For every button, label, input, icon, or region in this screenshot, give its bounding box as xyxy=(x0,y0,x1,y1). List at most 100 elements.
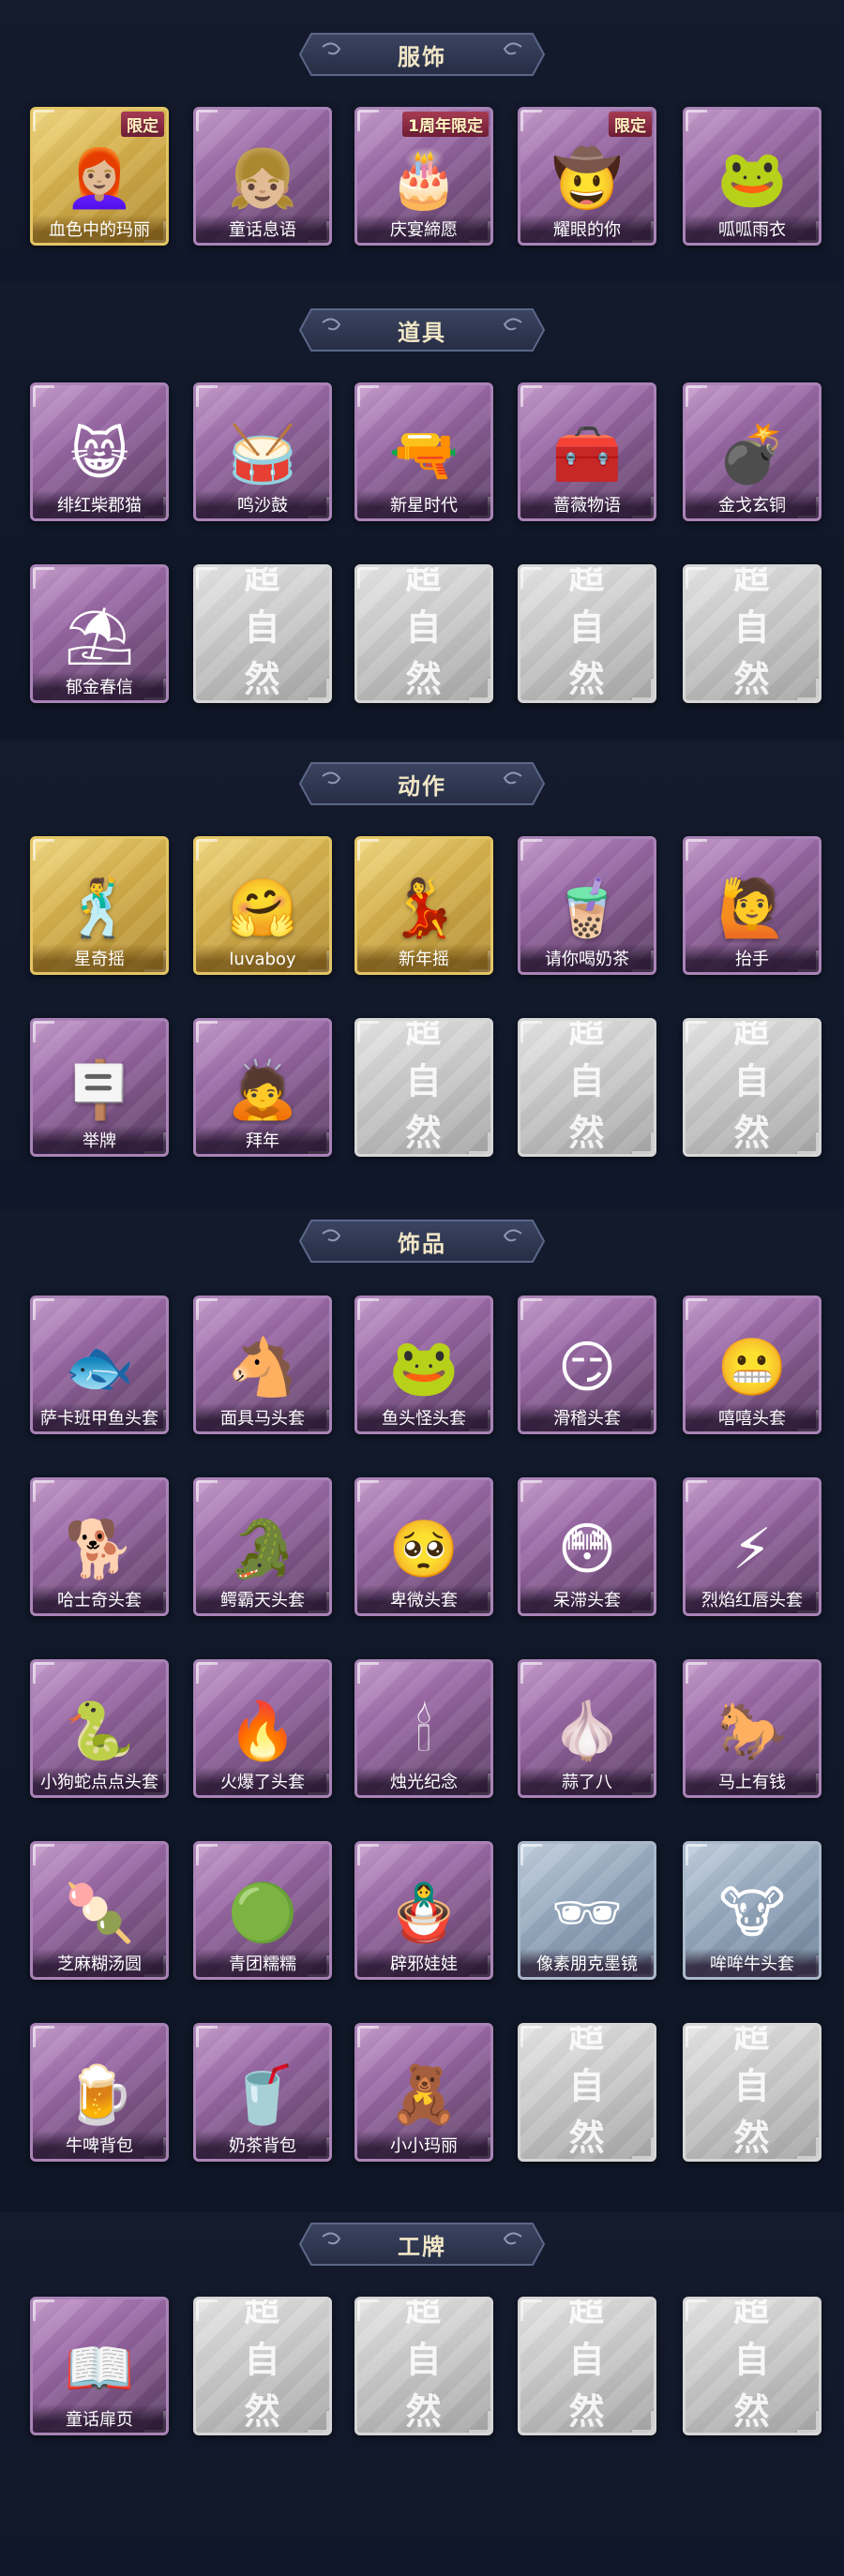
item-card[interactable]: ⛱ 郁金春信 xyxy=(30,564,169,703)
locked-item-slot[interactable]: 超自然 行动组 xyxy=(193,2297,332,2435)
candle-icon: 🕯 xyxy=(415,1698,432,1764)
locked-item-slot[interactable]: 超自然 行动组 xyxy=(193,564,332,703)
locked-item-slot[interactable]: 超自然 行动组 xyxy=(683,2023,821,2162)
crocodile-head-icon: 🐊 xyxy=(227,1516,298,1582)
locked-item-slot[interactable]: 超自然 行动组 xyxy=(683,564,821,703)
item-label: 呱呱雨衣 xyxy=(686,215,819,243)
item-card[interactable]: 🐎 马上有钱 xyxy=(683,1659,821,1798)
item-card[interactable]: 🤠 耀眼的你 限定 xyxy=(518,107,656,246)
locked-item-slot[interactable]: 超自然 行动组 xyxy=(354,1018,493,1157)
watermark-subtitle: 行动组 xyxy=(554,2159,621,2160)
item-card[interactable]: 🥁 鸣沙鼓 xyxy=(193,382,332,521)
card-corner xyxy=(33,2299,54,2321)
item-card[interactable]: 😬 嘻嘻头套 xyxy=(683,1295,821,1434)
item-card[interactable]: 🐮 哞哞牛头套 xyxy=(683,1841,821,1980)
smirk-face-icon: 😏 xyxy=(557,1334,617,1400)
locked-item-slot[interactable]: 超自然 行动组 xyxy=(683,1018,821,1157)
card-corner xyxy=(686,839,707,861)
item-label: 金戈玄铜 xyxy=(686,490,819,518)
item-label: 青团糯糯 xyxy=(196,1949,329,1977)
item-card[interactable]: 📖 童话扉页 xyxy=(30,2297,169,2435)
item-label: 小狗蛇点点头套 xyxy=(33,1767,166,1795)
watermark-logo: 超自然 xyxy=(733,2023,771,2159)
doll-icon: 🪆 xyxy=(388,1880,460,1946)
cheshire-cat-icon: 😸 xyxy=(69,421,129,487)
item-card[interactable]: 🥺 卑微头套 xyxy=(354,1477,493,1616)
item-card[interactable]: ⚡ 烈焰红唇头套 xyxy=(683,1477,821,1616)
item-card[interactable]: 😳 呆滞头套 xyxy=(518,1477,656,1616)
item-label: 滑稽头套 xyxy=(520,1403,654,1431)
pixel-sunglasses-icon: 🕶 xyxy=(550,1880,624,1946)
item-label: 拜年 xyxy=(196,1126,329,1154)
item-card[interactable]: 🐕 哈士奇头套 xyxy=(30,1477,169,1616)
card-corner xyxy=(196,1298,218,1320)
item-card[interactable]: 🪆 辟邪娃娃 xyxy=(354,1841,493,1980)
card-corner xyxy=(520,110,542,131)
watermark-logo: 超自然 xyxy=(405,2297,443,2433)
item-card[interactable]: 🐸 呱呱雨衣 xyxy=(683,107,821,246)
item-label: 庆宴締愿 xyxy=(357,215,490,243)
item-grid-props: 😸 绯红柴郡猫 🥁 鸣沙鼓 🔫 新星时代 🧰 蔷薇物语 💣 金戈玄铜 ⛱ 郁金春信 超自然 … xyxy=(26,382,821,746)
item-card[interactable]: 🧸 小小玛丽 xyxy=(354,2023,493,2162)
item-card[interactable]: 🧋 请你喝奶茶 xyxy=(518,836,656,975)
item-card[interactable]: 🙋 抬手 xyxy=(683,836,821,975)
item-card[interactable]: 🤗 luvaboy xyxy=(193,836,332,975)
revolver-icon: 🔫 xyxy=(388,421,460,487)
item-card[interactable]: 🙇 拜年 xyxy=(193,1018,332,1157)
locked-slot-icon: 超自然 行动组 xyxy=(391,2297,458,2433)
item-card[interactable]: 🟢 青团糯糯 xyxy=(193,1841,332,1980)
item-label: 烈焰红唇头套 xyxy=(686,1585,819,1613)
item-card[interactable]: 🥤 奶茶背包 xyxy=(193,2023,332,2162)
item-label: 面具马头套 xyxy=(196,1403,329,1431)
item-label: 举牌 xyxy=(33,1126,166,1154)
item-label: 嘻嘻头套 xyxy=(686,1403,819,1431)
item-card[interactable]: 🕶 像素朋克墨镜 xyxy=(518,1841,656,1980)
item-card[interactable]: 🐸 鱼头怪头套 xyxy=(354,1295,493,1434)
item-card[interactable]: 💣 金戈玄铜 xyxy=(683,382,821,521)
locked-item-slot[interactable]: 超自然 行动组 xyxy=(518,2023,656,2162)
item-label: 萨卡班甲鱼头套 xyxy=(33,1403,166,1431)
limited-badge: 限定 xyxy=(121,112,164,137)
item-card[interactable]: 😸 绯红柴郡猫 xyxy=(30,382,169,521)
locked-item-slot[interactable]: 超自然 行动组 xyxy=(354,564,493,703)
grenade-icon: 💣 xyxy=(716,421,788,487)
item-card[interactable]: 😏 滑稽头套 xyxy=(518,1295,656,1434)
locked-item-slot[interactable]: 超自然 行动组 xyxy=(518,2297,656,2435)
item-card[interactable]: 🐟 萨卡班甲鱼头套 xyxy=(30,1295,169,1434)
item-card[interactable]: 🔫 新星时代 xyxy=(354,382,493,521)
item-card[interactable]: 🧰 蔷薇物语 xyxy=(518,382,656,521)
sad-face-icon: 🥺 xyxy=(388,1516,460,1582)
card-corner xyxy=(357,1662,379,1684)
card-corner xyxy=(196,110,218,131)
locked-item-slot[interactable]: 超自然 行动组 xyxy=(518,564,656,703)
item-card[interactable]: 🕯 烛光纪念 xyxy=(354,1659,493,1798)
item-label: 蔷薇物语 xyxy=(520,490,654,518)
locked-item-slot[interactable]: 超自然 行动组 xyxy=(683,2297,821,2435)
item-card[interactable]: 🐍 小狗蛇点点头套 xyxy=(30,1659,169,1798)
item-label: 辟邪娃娃 xyxy=(357,1949,490,1977)
locked-item-slot[interactable]: 超自然 行动组 xyxy=(354,2297,493,2435)
item-label: 请你喝奶茶 xyxy=(520,944,654,972)
item-card[interactable]: 💃 新年摇 xyxy=(354,836,493,975)
horse-head-icon: 🐴 xyxy=(227,1334,298,1400)
item-card[interactable]: 🍺 牛啤背包 xyxy=(30,2023,169,2162)
watermark-subtitle: 行动组 xyxy=(719,2433,786,2434)
item-grid-badges: 📖童话扉页 超自然 行动组 超自然 行动组 超自然 行动组 xyxy=(26,2297,821,2479)
item-card[interactable]: 🔥 火爆了头套 xyxy=(193,1659,332,1798)
item-card[interactable]: 🐴 面具马头套 xyxy=(193,1295,332,1434)
heart-pose-icon: 🤗 xyxy=(227,875,298,941)
item-card[interactable]: 👩🏼‍🦰 血色中的玛丽 限定 xyxy=(30,107,169,246)
card-corner xyxy=(33,110,54,131)
locked-item-slot[interactable]: 超自然 行动组 xyxy=(518,1018,656,1157)
item-card[interactable]: 👧🏼 童话息语 xyxy=(193,107,332,246)
item-card[interactable]: 🎂 庆宴締愿 1周年限定 xyxy=(354,107,493,246)
item-card[interactable]: 🕺 星奇摇 xyxy=(30,836,169,975)
item-card[interactable]: 🍡 芝麻糊汤圆 xyxy=(30,1841,169,1980)
storybook-card-icon: 📖 xyxy=(64,2335,135,2402)
item-card[interactable]: 🐊 鳄霸天头套 xyxy=(193,1477,332,1616)
item-label: 郁金春信 xyxy=(33,672,166,700)
item-card[interactable]: 🧄 蒜了八 xyxy=(518,1659,656,1798)
card-corner xyxy=(686,1021,707,1042)
item-card[interactable]: 🪧 举牌 xyxy=(30,1018,169,1157)
fish-head-icon: 🐟 xyxy=(64,1334,135,1400)
